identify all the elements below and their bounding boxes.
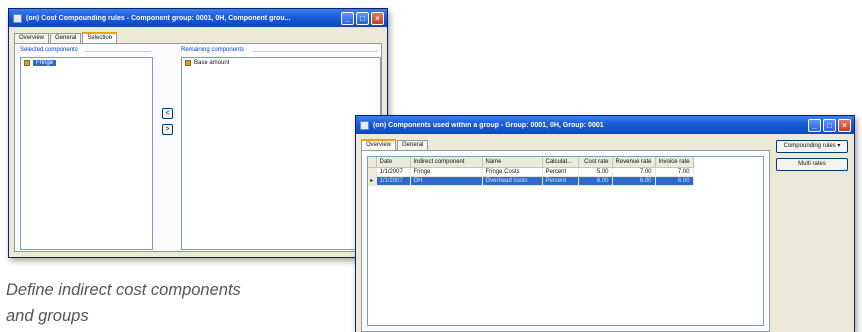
window1-title: (on) Cost Compounding rules - Component … [26, 14, 291, 22]
row-indicator-header [368, 157, 377, 168]
compounding-rules-button[interactable]: Compounding rules ▾ [776, 140, 848, 153]
component-icon [185, 59, 191, 66]
cost-compounding-rules-window: (on) Cost Compounding rules - Component … [8, 8, 388, 258]
selected-components-label: Selected components [20, 47, 78, 53]
cell-component[interactable]: OH [410, 176, 483, 186]
cell-calculation[interactable]: Percent [542, 167, 579, 177]
column-header-invoice-rate[interactable]: Invoice rate [655, 157, 694, 168]
close-icon[interactable]: × [371, 11, 384, 25]
caption-line-2: and groups [6, 307, 89, 325]
app-icon [360, 120, 369, 130]
components-in-group-window: (on) Components used within a group - Gr… [355, 115, 855, 332]
maximize-icon[interactable]: □ [823, 118, 836, 132]
remaining-components-list[interactable]: Base amount [181, 57, 381, 250]
component-icon [24, 59, 30, 66]
column-header-revenue-rate[interactable]: Revenue rate [612, 157, 656, 168]
list-item-label: Base amount [194, 59, 230, 66]
list-item[interactable]: Fringe [21, 58, 152, 67]
app-icon [13, 13, 22, 23]
selected-components-list[interactable]: Fringe [20, 57, 153, 250]
cell-name[interactable]: Fringe Costs [482, 167, 543, 177]
list-item-label: Fringe [33, 59, 57, 66]
overview-panel: Date Indirect component Name Calculat...… [361, 150, 770, 332]
column-header-calculation[interactable]: Calculat... [542, 157, 579, 168]
cell-date[interactable]: 1/1/2007 [376, 167, 411, 177]
multi-rates-button[interactable]: Multi rates [776, 158, 848, 171]
column-header-cost-rate[interactable]: Cost rate [578, 157, 613, 168]
caption: Define indirect cost components and grou… [6, 277, 346, 329]
components-table: Date Indirect component Name Calculat...… [368, 157, 694, 186]
window1-tabs: Overview General Selection [9, 27, 387, 44]
minimize-icon[interactable]: _ [808, 118, 821, 132]
row-indicator: ▸ [368, 176, 377, 186]
cell-invoice-rate[interactable]: 7.00 [655, 167, 694, 177]
window2-titlebar[interactable]: (on) Components used within a group - Gr… [356, 116, 854, 134]
column-header-date[interactable]: Date [376, 157, 411, 168]
minimize-icon[interactable]: _ [341, 11, 354, 25]
row-indicator [368, 167, 377, 177]
window1-titlebar[interactable]: (on) Cost Compounding rules - Component … [9, 9, 387, 27]
divider [253, 51, 378, 52]
remove-component-button[interactable]: > [162, 124, 173, 135]
caption-line-1: Define indirect cost components [6, 281, 241, 299]
cell-name[interactable]: Overhead costs [482, 176, 543, 186]
remaining-components-label: Remaining components [181, 47, 245, 53]
cell-invoice-rate[interactable]: 6.00 [655, 176, 694, 186]
selection-panel: Selected components Fringe < > Remaining… [14, 43, 382, 252]
cell-cost-rate[interactable]: 6.00 [578, 176, 613, 186]
column-header-indirect-component[interactable]: Indirect component [410, 157, 483, 168]
table-row[interactable]: ▸ 1/1/2007 OH Overhead costs Percent 6.0… [368, 176, 694, 186]
maximize-icon[interactable]: □ [356, 11, 369, 25]
components-grid[interactable]: Date Indirect component Name Calculat...… [367, 156, 764, 326]
table-row[interactable]: 1/1/2007 Fringe Fringe Costs Percent 5.0… [368, 167, 694, 177]
cell-cost-rate[interactable]: 5.00 [578, 167, 613, 177]
column-header-name[interactable]: Name [482, 157, 543, 168]
cell-calculation[interactable]: Percent [542, 176, 579, 186]
cell-date[interactable]: 1/1/2007 [376, 176, 411, 186]
divider [85, 51, 151, 52]
cell-revenue-rate[interactable]: 7.00 [612, 167, 656, 177]
table-header-row: Date Indirect component Name Calculat...… [368, 157, 694, 168]
cell-revenue-rate[interactable]: 6.00 [612, 176, 656, 186]
close-icon[interactable]: × [838, 118, 851, 132]
cell-component[interactable]: Fringe [410, 167, 483, 177]
window2-title: (on) Components used within a group - Gr… [373, 121, 604, 129]
list-item[interactable]: Base amount [182, 58, 380, 67]
add-component-button[interactable]: < [162, 108, 173, 119]
